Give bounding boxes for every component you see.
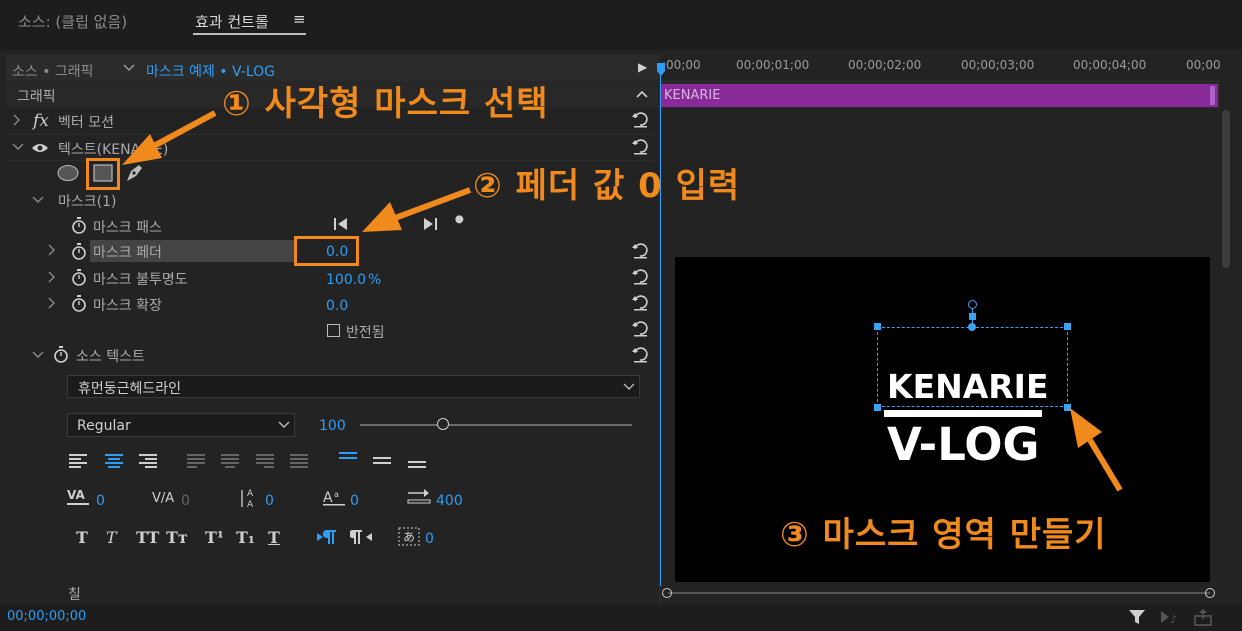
annotation-arrows [0, 0, 1242, 631]
